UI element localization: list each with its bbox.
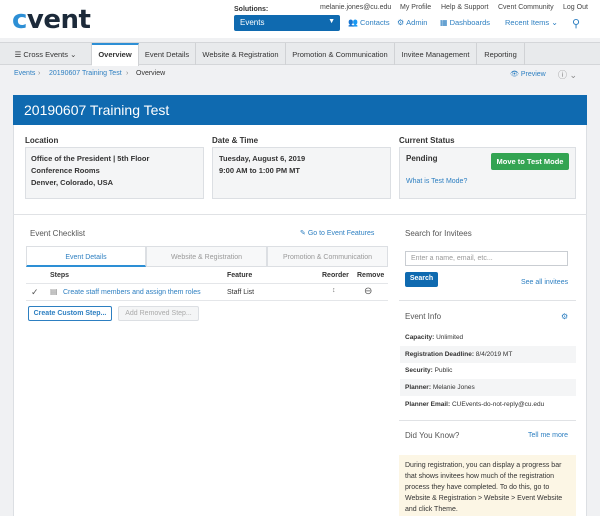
info-icon[interactable]: ⓘ ⌄: [558, 68, 577, 81]
eye-icon: 👁: [510, 71, 521, 78]
main-tab-bar: ☰ Cross Events ⌄ Overview Event Details …: [0, 42, 600, 66]
info-row-planner-email: Planner Email: CUEvents-do-not-reply@cu.…: [405, 401, 545, 408]
column-header-reorder: Reorder: [322, 272, 349, 279]
column-header-steps: Steps: [50, 272, 70, 279]
event-date: Tuesday, August 6, 2019: [219, 154, 306, 163]
solutions-select[interactable]: Events ▼: [234, 15, 340, 31]
admin-icon: ⚙: [397, 18, 405, 27]
tab-event-details[interactable]: Event Details: [139, 43, 196, 65]
section-divider: [399, 420, 576, 421]
recent-items-link[interactable]: Recent Items ⌄: [505, 18, 558, 27]
chevron-down-icon: ▼: [328, 18, 335, 25]
dashboards-icon: ▦: [440, 18, 448, 27]
section-divider: [399, 300, 576, 301]
community-link[interactable]: Cvent Community: [498, 4, 554, 11]
search-icon[interactable]: ⚲: [572, 17, 580, 30]
event-info-title: Event Info: [405, 312, 442, 321]
contacts-icon: 👥: [348, 18, 358, 27]
did-you-know-title: Did You Know?: [405, 431, 460, 440]
checklist-title: Event Checklist: [30, 229, 86, 238]
checklist-tab-promotion-communication[interactable]: Promotion & Communication: [267, 246, 388, 267]
location-line1: Office of the President | 5th Floor: [31, 154, 150, 163]
tip-text: During registration, you can display a p…: [399, 455, 576, 516]
add-removed-step-button: Add Removed Step...: [118, 306, 199, 321]
logout-link[interactable]: Log Out: [563, 4, 588, 11]
info-row-capacity: Capacity: Unlimited: [405, 334, 464, 341]
cvent-logo[interactable]: cvent: [12, 5, 91, 35]
tab-overview[interactable]: Overview: [92, 43, 139, 66]
remove-icon[interactable]: ⊖: [364, 286, 372, 297]
my-profile-link[interactable]: My Profile: [400, 4, 431, 11]
status-label: Current Status: [399, 136, 455, 145]
checkmark-icon: ✓: [31, 287, 39, 297]
invitee-search-input[interactable]: Enter a name, email, etc...: [405, 251, 568, 266]
search-invitees-title: Search for Invitees: [405, 229, 472, 238]
page-title: 20190607 Training Test: [24, 102, 170, 118]
create-custom-step-button[interactable]: Create Custom Step...: [28, 306, 112, 321]
breadcrumb-events[interactable]: Events: [14, 70, 35, 77]
column-header-feature: Feature: [227, 272, 253, 279]
tab-invitee-management[interactable]: Invitee Management: [395, 43, 477, 65]
dashboards-link[interactable]: ▦ Dashboards: [440, 18, 490, 27]
tab-website-registration[interactable]: Website & Registration: [196, 43, 286, 65]
event-time: 9:00 AM to 1:00 PM MT: [219, 166, 300, 175]
move-to-test-mode-button[interactable]: Move to Test Mode: [491, 153, 569, 170]
section-divider: [13, 214, 587, 215]
tab-cross-events[interactable]: ☰ Cross Events ⌄: [0, 43, 92, 65]
reorder-icon[interactable]: ↕: [332, 287, 336, 294]
table-row: ✓ ▤ Create staff members and assign them…: [26, 283, 388, 301]
top-bar: cvent Solutions: Events ▼ melanie.jones@c…: [0, 0, 600, 38]
datetime-label: Date & Time: [212, 136, 259, 145]
info-row-planner: Planner: Melanie Jones: [400, 379, 576, 396]
status-badge: Pending: [406, 154, 438, 163]
search-button[interactable]: Search: [405, 272, 438, 287]
info-row-registration-deadline: Registration Deadline: 8/4/2019 MT: [400, 346, 576, 363]
checklist-tab-website-registration[interactable]: Website & Registration: [146, 246, 267, 267]
gear-icon[interactable]: ⚙: [561, 312, 568, 321]
solutions-label: Solutions:: [234, 6, 269, 13]
chevron-down-icon: ⌄: [551, 18, 558, 27]
column-header-remove: Remove: [357, 272, 385, 279]
contacts-link[interactable]: 👥 Contacts: [348, 18, 390, 27]
see-all-invitees-link[interactable]: See all invitees: [521, 279, 568, 286]
admin-link[interactable]: ⚙ Admin: [397, 18, 427, 27]
help-support-link[interactable]: Help & Support: [441, 4, 488, 11]
info-row-security: Security: Public: [405, 367, 453, 374]
tab-reporting[interactable]: Reporting: [477, 43, 525, 65]
go-to-event-features-link[interactable]: ✎ Go to Event Features: [300, 229, 374, 237]
step-link[interactable]: Create staff members and assign them rol…: [63, 289, 201, 296]
breadcrumb-separator: ›: [126, 70, 129, 77]
breadcrumb-current: Overview: [136, 70, 166, 77]
breadcrumb-event[interactable]: 20190607 Training Test: [49, 70, 122, 77]
tab-promotion-communication[interactable]: Promotion & Communication: [286, 43, 395, 65]
location-line2: Conference Rooms: [31, 166, 100, 175]
checklist-tabs: Event Details Website & Registration Pro…: [26, 246, 388, 267]
user-email: melanie.jones@cu.edu: [320, 4, 392, 11]
step-feature: Staff List: [227, 289, 255, 296]
breadcrumb-separator: ›: [38, 70, 41, 77]
location-line3: Denver, Colorado, USA: [31, 178, 114, 187]
chevron-down-icon: ⌄: [68, 50, 77, 59]
location-label: Location: [25, 136, 59, 145]
checklist-tab-event-details[interactable]: Event Details: [26, 246, 146, 267]
tell-me-more-link[interactable]: Tell me more: [528, 432, 568, 439]
document-icon: ▤: [50, 287, 58, 296]
what-is-test-mode-link[interactable]: What is Test Mode?: [406, 178, 467, 185]
preview-link[interactable]: 👁 Preview: [510, 70, 546, 78]
event-header: 20190607 Training Test: [13, 95, 587, 125]
pencil-icon: ✎: [300, 230, 308, 237]
